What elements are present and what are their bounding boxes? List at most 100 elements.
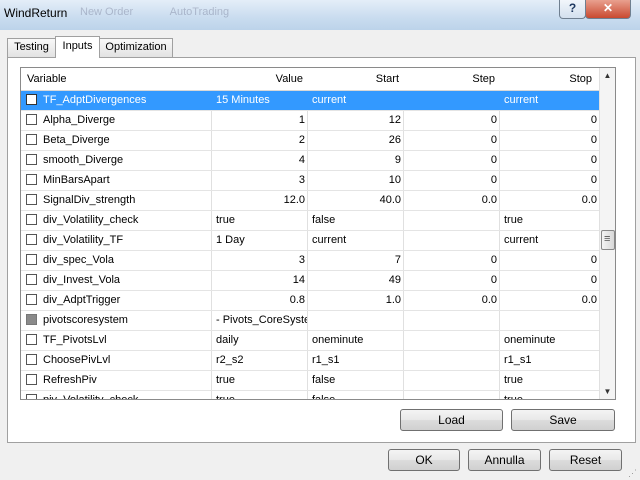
save-button[interactable]: Save (511, 409, 615, 431)
value-cell[interactable]: r2_s2 (212, 351, 307, 370)
optimize-checkbox[interactable] (26, 94, 37, 105)
optimize-checkbox[interactable] (26, 254, 37, 265)
stop-cell[interactable]: 0 (500, 171, 599, 190)
step-cell[interactable] (404, 231, 499, 250)
stop-cell[interactable]: 0 (500, 111, 599, 130)
value-cell[interactable]: 0.8 (212, 291, 307, 310)
value-cell[interactable]: 12.0 (212, 191, 307, 210)
step-cell[interactable]: 0 (404, 111, 499, 130)
scroll-up-arrow-icon[interactable]: ▲ (600, 68, 615, 83)
start-cell[interactable] (308, 311, 403, 330)
close-button[interactable]: ✕ (585, 0, 631, 19)
reset-button[interactable]: Reset (549, 449, 622, 471)
start-cell[interactable]: false (308, 211, 403, 230)
optimize-checkbox[interactable] (26, 174, 37, 185)
step-cell[interactable]: 0.0 (404, 291, 499, 310)
table-row[interactable]: RefreshPiv true false true (21, 371, 599, 391)
table-row[interactable]: smooth_Diverge 4 9 0 0 (21, 151, 599, 171)
start-cell[interactable]: 9 (308, 151, 403, 170)
optimize-checkbox[interactable] (26, 154, 37, 165)
step-cell[interactable]: 0 (404, 271, 499, 290)
stop-cell[interactable]: 0.0 (500, 191, 599, 210)
optimize-checkbox[interactable] (26, 354, 37, 365)
table-row[interactable]: div_Invest_Vola 14 49 0 0 (21, 271, 599, 291)
table-row[interactable]: ChoosePivLvl r2_s2 r1_s1 r1_s1 (21, 351, 599, 371)
step-cell[interactable] (404, 371, 499, 390)
start-cell[interactable]: r1_s1 (308, 351, 403, 370)
start-cell[interactable]: 7 (308, 251, 403, 270)
table-row[interactable]: div_Volatility_TF 1 Day current current (21, 231, 599, 251)
step-cell[interactable]: 0 (404, 171, 499, 190)
load-button[interactable]: Load (400, 409, 503, 431)
table-row[interactable]: div_Volatility_check true false true (21, 211, 599, 231)
stop-cell[interactable]: 0 (500, 251, 599, 270)
stop-cell[interactable]: true (500, 371, 599, 390)
value-cell[interactable]: daily (212, 331, 307, 350)
stop-cell[interactable]: r1_s1 (500, 351, 599, 370)
start-cell[interactable]: 12 (308, 111, 403, 130)
column-header-step[interactable]: Step (404, 68, 495, 90)
title-bar[interactable]: WindReturn New Order AutoTrading ? ✕ (0, 0, 640, 30)
stop-cell[interactable]: true (500, 391, 599, 399)
optimize-checkbox[interactable] (26, 374, 37, 385)
value-cell[interactable]: 2 (212, 131, 307, 150)
optimize-checkbox[interactable] (26, 134, 37, 145)
step-cell[interactable]: 0 (404, 151, 499, 170)
value-cell[interactable]: - Pivots_CoreSystem - (212, 311, 307, 330)
cancel-button[interactable]: Annulla (468, 449, 541, 471)
start-cell[interactable]: 10 (308, 171, 403, 190)
column-header-value[interactable]: Value (212, 68, 303, 90)
column-header-variable[interactable]: Variable (27, 68, 187, 90)
start-cell[interactable]: 40.0 (308, 191, 403, 210)
value-cell[interactable]: true (212, 211, 307, 230)
scroll-down-arrow-icon[interactable]: ▼ (600, 384, 615, 399)
optimize-checkbox[interactable] (26, 294, 37, 305)
optimize-checkbox[interactable] (26, 214, 37, 225)
optimize-checkbox[interactable] (26, 194, 37, 205)
stop-cell[interactable]: 0.0 (500, 291, 599, 310)
value-cell[interactable]: 3 (212, 171, 307, 190)
optimize-checkbox[interactable] (26, 234, 37, 245)
stop-cell[interactable]: 0 (500, 271, 599, 290)
scroll-thumb[interactable] (601, 230, 615, 250)
value-cell[interactable]: true (212, 371, 307, 390)
step-cell[interactable]: 0.0 (404, 191, 499, 210)
vertical-scrollbar[interactable]: ▲ ▼ (599, 68, 615, 399)
tab-optimization[interactable]: Optimization (99, 38, 173, 57)
start-cell[interactable]: 1.0 (308, 291, 403, 310)
start-cell[interactable]: 49 (308, 271, 403, 290)
value-cell[interactable]: true (212, 391, 307, 399)
step-cell[interactable] (404, 391, 499, 399)
optimize-checkbox[interactable] (26, 394, 37, 399)
stop-cell[interactable]: 0 (500, 131, 599, 150)
start-cell[interactable]: oneminute (308, 331, 403, 350)
stop-cell[interactable] (500, 311, 599, 330)
optimize-checkbox[interactable] (26, 334, 37, 345)
value-cell[interactable]: 1 Day (212, 231, 307, 250)
optimize-checkbox[interactable] (26, 114, 37, 125)
step-cell[interactable]: 0 (404, 131, 499, 150)
start-cell[interactable]: false (308, 391, 403, 399)
value-cell[interactable]: 4 (212, 151, 307, 170)
value-cell[interactable]: 3 (212, 251, 307, 270)
table-row[interactable]: MinBarsApart 3 10 0 0 (21, 171, 599, 191)
stop-cell[interactable]: 0 (500, 151, 599, 170)
column-header-start[interactable]: Start (308, 68, 399, 90)
stop-cell[interactable]: current (500, 231, 599, 250)
resize-grip-icon[interactable]: ⋰ (628, 468, 638, 478)
start-cell[interactable]: 26 (308, 131, 403, 150)
column-header-stop[interactable]: Stop (500, 68, 592, 90)
help-button[interactable]: ? (559, 0, 586, 19)
table-row[interactable]: pivotscoresystem - Pivots_CoreSystem - (21, 311, 599, 331)
start-cell[interactable]: false (308, 371, 403, 390)
step-cell[interactable] (404, 311, 499, 330)
table-row[interactable]: div_AdptTrigger 0.8 1.0 0.0 0.0 (21, 291, 599, 311)
tab-testing[interactable]: Testing (7, 38, 56, 57)
step-cell[interactable] (404, 351, 499, 370)
value-cell[interactable]: 1 (212, 111, 307, 130)
stop-cell[interactable]: current (500, 91, 599, 110)
table-row[interactable]: TF_PivotsLvl daily oneminute oneminute (21, 331, 599, 351)
table-row[interactable]: TF_AdptDivergences 15 Minutes current curre… (21, 91, 599, 111)
start-cell[interactable]: current (308, 91, 403, 110)
step-cell[interactable] (404, 331, 499, 350)
